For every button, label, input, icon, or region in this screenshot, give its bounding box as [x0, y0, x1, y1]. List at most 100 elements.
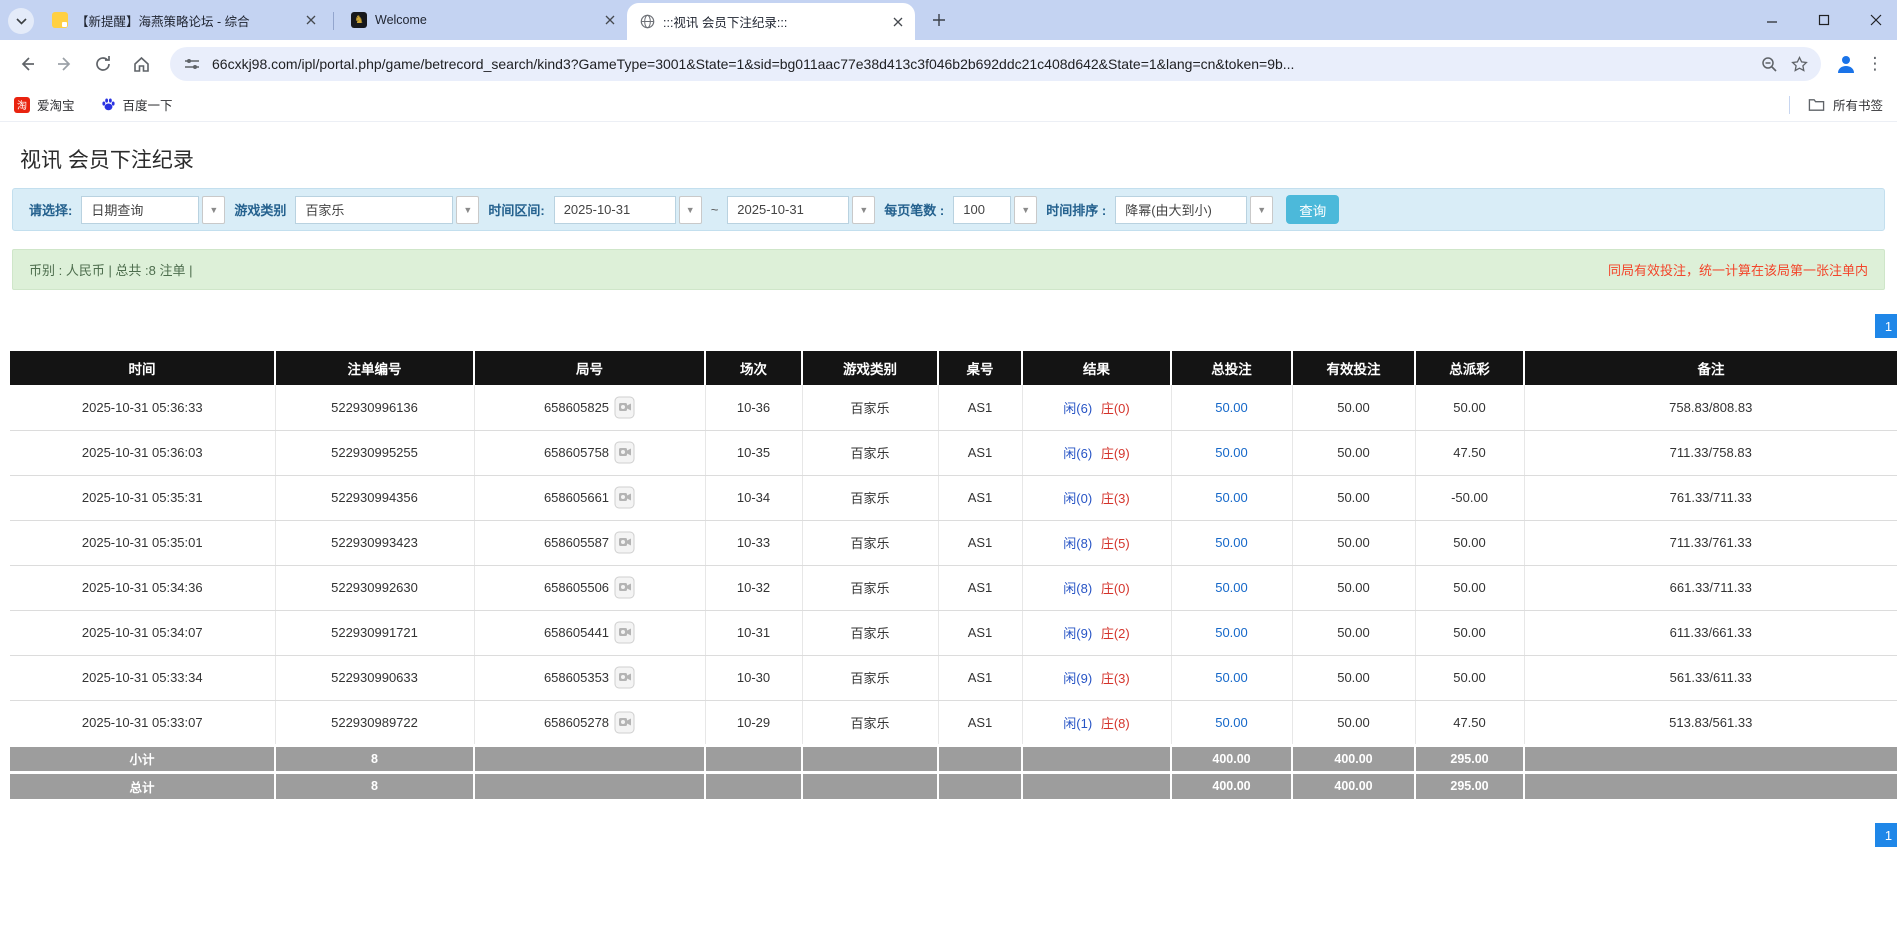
session: 10-29: [705, 700, 803, 746]
query-mode-select[interactable]: 日期查询 ▼: [81, 195, 226, 224]
page-1-button[interactable]: 1: [1875, 823, 1897, 847]
result-banker: 庄(5): [1100, 536, 1130, 551]
result-player: 闲(8): [1063, 581, 1093, 596]
bookmark-star-icon[interactable]: [1789, 54, 1809, 74]
bet-id: 522930995255: [275, 430, 475, 476]
table-row: 2025-10-31 05:35:31 522930994356 6586056…: [10, 475, 1897, 521]
all-bookmarks-label: 所有书签: [1832, 99, 1883, 113]
result-banker: 庄(2): [1100, 626, 1130, 641]
total-bet-link[interactable]: 50.00: [1215, 715, 1248, 730]
dropdown-arrow-icon[interactable]: ▼: [852, 195, 876, 224]
round-number: 658605278: [543, 714, 610, 730]
zoom-icon[interactable]: [1759, 54, 1779, 74]
game-type-label: 游戏类别: [234, 203, 287, 218]
valid-bet: 50.00: [1292, 430, 1416, 476]
round-number: 658605825: [543, 399, 610, 415]
valid-bet: 50.00: [1292, 520, 1416, 566]
date-from-select[interactable]: 2025-10-31 ▼: [553, 195, 702, 224]
maximize-icon[interactable]: [1813, 9, 1835, 31]
video-replay-icon[interactable]: [614, 441, 635, 464]
profile-avatar-icon[interactable]: [1833, 51, 1859, 77]
date-from-value: 2025-10-31: [553, 195, 676, 224]
tab-welcome[interactable]: ♞ Welcome: [339, 3, 627, 37]
sort-select[interactable]: 降幂(由大到小) ▼: [1115, 195, 1274, 224]
round-cell: 658605825: [474, 385, 706, 431]
dropdown-arrow-icon[interactable]: ▼: [1250, 195, 1274, 224]
round-number: 658605506: [543, 580, 610, 595]
globe-favicon-icon: [639, 14, 655, 30]
game-type: 百家乐: [802, 655, 939, 701]
back-icon[interactable]: [10, 47, 44, 81]
table-row: 2025-10-31 05:35:01 522930993423 6586055…: [10, 520, 1897, 566]
total-payout: 295.00: [1414, 770, 1524, 799]
column-header: 总派彩: [1414, 351, 1524, 385]
reload-icon[interactable]: [86, 47, 120, 81]
video-replay-icon[interactable]: [614, 711, 635, 734]
result-player: 闲(6): [1063, 446, 1093, 461]
video-replay-icon[interactable]: [614, 621, 635, 644]
total-bet-cell: 50.00: [1171, 520, 1293, 566]
dropdown-arrow-icon[interactable]: ▼: [1014, 195, 1038, 224]
site-info-icon[interactable]: [182, 54, 202, 74]
bet-id: 522930993423: [275, 520, 475, 566]
minimize-icon[interactable]: [1761, 9, 1783, 31]
bookmarks-divider: [1788, 95, 1790, 114]
bookmark-baidu[interactable]: 百度一下: [101, 95, 173, 114]
dropdown-arrow-icon[interactable]: ▼: [678, 195, 702, 224]
result-banker: 庄(0): [1100, 581, 1130, 596]
close-window-icon[interactable]: [1865, 9, 1887, 31]
tab-search-button[interactable]: [8, 8, 34, 34]
video-replay-icon[interactable]: [614, 531, 635, 554]
session: 10-30: [705, 655, 803, 701]
dropdown-arrow-icon[interactable]: ▼: [202, 195, 226, 224]
video-replay-icon[interactable]: [614, 666, 635, 689]
total-bet-link[interactable]: 50.00: [1215, 535, 1248, 550]
result-banker: 庄(8): [1100, 715, 1130, 731]
table-number: AS1: [938, 430, 1023, 476]
total-bet-cell: 50.00: [1171, 475, 1293, 521]
search-button[interactable]: 查询: [1286, 195, 1340, 224]
tab-bet-records-active[interactable]: :::视讯 会员下注纪录:::: [627, 3, 915, 40]
chevron-down-icon: [15, 17, 27, 25]
all-bookmarks[interactable]: 所有书签: [1788, 95, 1883, 114]
close-tab-icon[interactable]: [889, 13, 907, 31]
video-replay-icon[interactable]: [614, 396, 635, 419]
round-number: 658605587: [543, 535, 610, 550]
result-banker: 庄(0): [1100, 400, 1130, 416]
total-bet-link[interactable]: 50.00: [1215, 490, 1248, 505]
close-tab-icon[interactable]: [302, 11, 320, 29]
forward-icon[interactable]: [48, 47, 82, 81]
result-player: 闲(9): [1063, 626, 1093, 641]
browser-toolbar: 66cxkj98.com/ipl/portal.php/game/betreco…: [0, 40, 1897, 88]
result-banker: 庄(9): [1100, 446, 1130, 461]
table-header-row: 时间 注单编号 局号 场次 游戏类别 桌号 结果 总投注 有效投注 总派彩 备注: [10, 351, 1897, 385]
bookmark-taobao[interactable]: 淘 爱淘宝: [14, 95, 75, 114]
new-tab-button[interactable]: [925, 6, 953, 34]
summary-bar: 币别 : 人民币 | 总共 :8 注单 | 同局有效投注，统一计算在该局第一张注…: [12, 249, 1885, 290]
subtotal-label: 小计: [10, 743, 275, 772]
total-bet-link[interactable]: 50.00: [1215, 625, 1248, 640]
game-type: 百家乐: [802, 430, 939, 476]
video-replay-icon[interactable]: [614, 576, 635, 599]
date-to-select[interactable]: 2025-10-31 ▼: [727, 195, 876, 224]
total-bet-link[interactable]: 50.00: [1215, 445, 1248, 460]
total-bet-link[interactable]: 50.00: [1215, 670, 1248, 685]
per-page-select[interactable]: 100 ▼: [953, 195, 1038, 224]
dropdown-arrow-icon[interactable]: ▼: [456, 195, 480, 224]
payout: 50.00: [1415, 520, 1525, 566]
game-type-select[interactable]: 百家乐 ▼: [295, 195, 480, 224]
address-bar[interactable]: 66cxkj98.com/ipl/portal.php/game/betreco…: [170, 47, 1821, 81]
browser-menu-icon[interactable]: ⋮: [1863, 54, 1887, 74]
total-bet-link[interactable]: 50.00: [1215, 580, 1248, 595]
total-bet-link[interactable]: 50.00: [1215, 400, 1248, 415]
video-replay-icon[interactable]: [614, 486, 635, 509]
home-icon[interactable]: [124, 47, 158, 81]
url-text[interactable]: 66cxkj98.com/ipl/portal.php/game/betreco…: [212, 56, 1749, 72]
game-type-value: 百家乐: [295, 195, 454, 224]
result-cell: 闲(9) 庄(2): [1022, 610, 1172, 656]
bet-time: 2025-10-31 05:36:03: [10, 430, 276, 476]
tab-forum[interactable]: 【新提醒】海燕策略论坛 - 综合: [40, 3, 328, 37]
page-1-button[interactable]: 1: [1875, 314, 1897, 338]
close-tab-icon[interactable]: [601, 11, 619, 29]
currency-summary: 币别 : 人民币 | 总共 :8 注单 |: [29, 263, 193, 278]
